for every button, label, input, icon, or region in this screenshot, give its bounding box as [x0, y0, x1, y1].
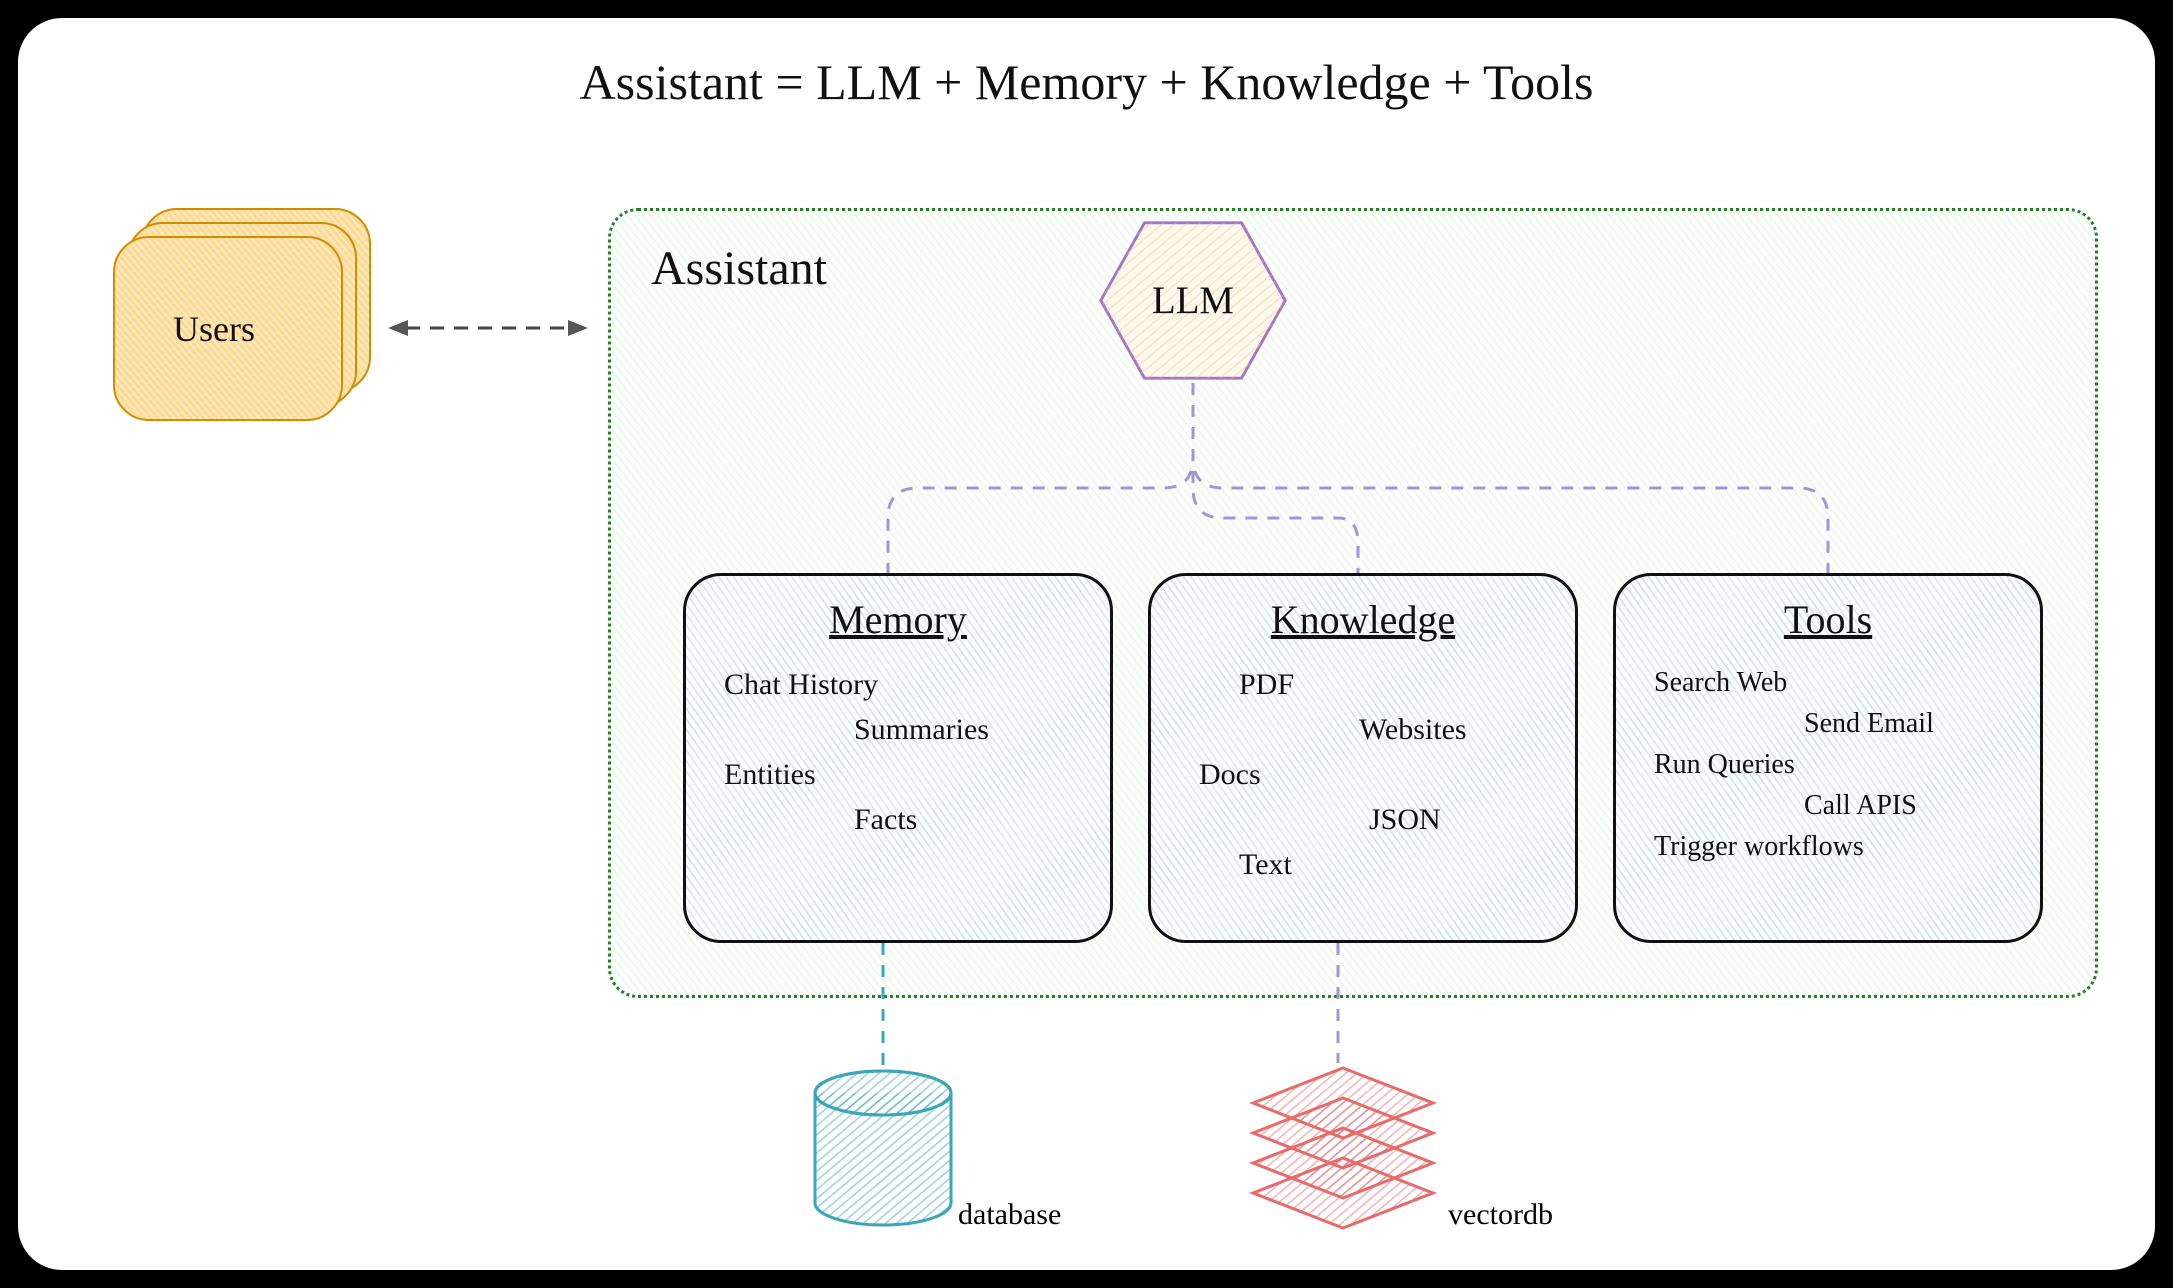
memory-title: Memory: [714, 596, 1082, 643]
memory-box: Memory Chat History Summaries Entities F…: [683, 573, 1113, 943]
memory-items: Chat History Summaries Entities Facts: [714, 665, 1082, 839]
knowledge-item: JSON: [1369, 800, 1547, 839]
tools-items: Search Web Send Email Run Queries Call A…: [1644, 665, 2012, 864]
knowledge-item: Docs: [1199, 755, 1547, 794]
tools-item: Send Email: [1804, 706, 2012, 741]
diagram-frame: Assistant = LLM + Memory + Knowledge + T…: [12, 12, 2161, 1276]
diagram-title: Assistant = LLM + Memory + Knowledge + T…: [18, 53, 2155, 111]
database-label: database: [958, 1198, 1061, 1232]
knowledge-item: Websites: [1359, 710, 1547, 749]
users-label: Users: [173, 308, 255, 350]
llm-label: LLM: [1152, 279, 1234, 322]
knowledge-item: PDF: [1239, 665, 1547, 704]
database-icon: [808, 1068, 958, 1228]
users-assistant-arrow: [388, 308, 588, 348]
tools-item: Run Queries: [1654, 747, 2012, 782]
llm-connectors: [658, 378, 2078, 578]
knowledge-items: PDF Websites Docs JSON Text: [1179, 665, 1547, 884]
storage-connectors: [658, 943, 1558, 1073]
llm-node: LLM: [1093, 218, 1293, 383]
knowledge-item: Text: [1239, 845, 1547, 884]
users-node: Users: [113, 208, 373, 428]
vectordb-icon: [1243, 1058, 1443, 1238]
tools-item: Trigger workflows: [1654, 829, 2012, 864]
memory-item: Facts: [854, 800, 1082, 839]
memory-item: Entities: [724, 755, 1082, 794]
memory-item: Summaries: [854, 710, 1082, 749]
assistant-label: Assistant: [651, 241, 827, 296]
tools-box: Tools Search Web Send Email Run Queries …: [1613, 573, 2043, 943]
tools-item: Call APIS: [1804, 788, 2012, 823]
tools-title: Tools: [1644, 596, 2012, 643]
knowledge-box: Knowledge PDF Websites Docs JSON Text: [1148, 573, 1578, 943]
memory-item: Chat History: [724, 665, 1082, 704]
tools-item: Search Web: [1654, 665, 2012, 700]
vectordb-label: vectordb: [1448, 1198, 1553, 1232]
knowledge-title: Knowledge: [1179, 596, 1547, 643]
